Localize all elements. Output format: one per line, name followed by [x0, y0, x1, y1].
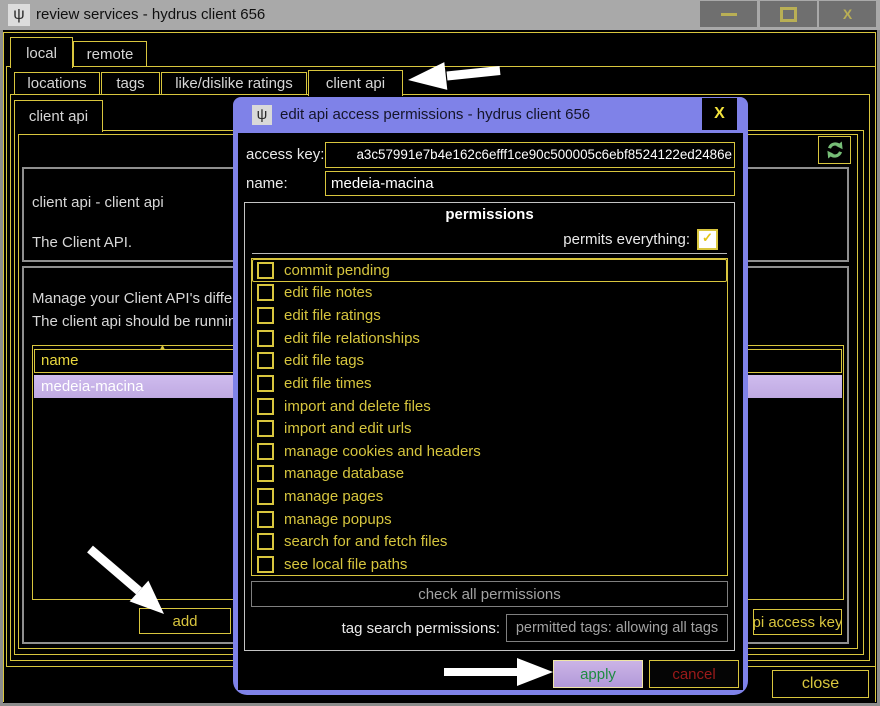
permission-checkbox[interactable]	[257, 420, 274, 437]
permission-label: manage database	[284, 465, 404, 482]
permission-label: commit pending	[284, 262, 390, 279]
permission-label: manage popups	[284, 511, 392, 528]
add-button[interactable]: add	[139, 608, 231, 634]
name-label: name:	[246, 171, 288, 196]
maximize-button[interactable]	[760, 1, 817, 27]
permission-label: edit file relationships	[284, 330, 420, 347]
permission-checkbox[interactable]	[257, 352, 274, 369]
permission-row[interactable]: edit file tags	[252, 350, 727, 373]
tag-search-permissions-button[interactable]: permitted tags: allowing all tags	[506, 614, 728, 642]
permission-label: edit file notes	[284, 284, 372, 301]
permission-row[interactable]: import and delete files	[252, 395, 727, 418]
permission-checkbox[interactable]	[257, 556, 274, 573]
permission-row[interactable]: edit file times	[252, 372, 727, 395]
permission-checkbox[interactable]	[257, 511, 274, 528]
permission-row[interactable]: manage database	[252, 463, 727, 486]
permissions-separator	[252, 253, 727, 254]
permission-label: manage cookies and headers	[284, 443, 481, 460]
permission-row[interactable]: manage popups	[252, 508, 727, 531]
dialog-close-button[interactable]: X	[702, 98, 737, 130]
minimize-icon	[721, 13, 737, 16]
permissions-list: commit pending edit file notes edit file…	[251, 258, 728, 576]
permission-label: search for and fetch files	[284, 533, 447, 550]
permissions-panel: permissions permits everything: ✓ commit…	[244, 202, 735, 651]
close-window-button[interactable]: X	[819, 1, 876, 27]
dialog-titlebar[interactable]: ψ edit api access permissions - hydrus c…	[233, 97, 748, 133]
name-field[interactable]: medeia-macina	[325, 171, 735, 196]
access-key-field[interactable]: a3c57991e7b4e162c6efff1ce90c500005c6ebf8…	[325, 142, 735, 168]
hydrus-dialog-icon: ψ	[252, 105, 272, 125]
client-api-info-title: client api - client api	[32, 194, 164, 211]
tab-tags[interactable]: tags	[101, 72, 160, 94]
tab-client-api-inner[interactable]: client api	[14, 100, 103, 132]
tab-local[interactable]: local	[10, 37, 73, 68]
screen: ψ review services - hydrus client 656 X …	[0, 0, 880, 706]
permission-checkbox[interactable]	[257, 398, 274, 415]
permission-row[interactable]: see local file paths	[252, 553, 727, 576]
permissions-title: permissions	[245, 206, 734, 223]
permission-label: edit file ratings	[284, 307, 381, 324]
close-icon: X	[843, 7, 852, 21]
edit-api-permissions-dialog: ψ edit api access permissions - hydrus c…	[233, 97, 748, 695]
tab-remote[interactable]: remote	[73, 41, 147, 66]
permission-checkbox[interactable]	[257, 307, 274, 324]
permission-row[interactable]: edit file ratings	[252, 304, 727, 327]
permission-label: manage pages	[284, 488, 383, 505]
permission-row[interactable]: edit file relationships	[252, 327, 727, 350]
refresh-icon	[825, 140, 845, 160]
permission-row[interactable]: search for and fetch files	[252, 531, 727, 554]
tag-search-permissions-label: tag search permissions:	[342, 620, 500, 637]
apply-button[interactable]: apply	[553, 660, 643, 688]
permission-checkbox[interactable]	[257, 465, 274, 482]
permission-checkbox[interactable]	[257, 533, 274, 550]
maximize-icon	[780, 7, 797, 22]
permission-checkbox[interactable]	[257, 443, 274, 460]
check-all-permissions-button[interactable]: check all permissions	[251, 581, 728, 607]
permission-row[interactable]: manage cookies and headers	[252, 440, 727, 463]
permission-row[interactable]: commit pending	[252, 259, 727, 282]
permission-label: see local file paths	[284, 556, 407, 573]
access-key-label: access key:	[246, 142, 324, 168]
close-button[interactable]: close	[772, 670, 869, 698]
tab-locations[interactable]: locations	[14, 72, 100, 94]
tab-client-api[interactable]: client api	[308, 70, 403, 96]
dialog-title: edit api access permissions - hydrus cli…	[280, 97, 590, 133]
permission-label: edit file tags	[284, 352, 364, 369]
client-api-info-body: The Client API.	[32, 234, 132, 251]
minimize-button[interactable]	[700, 1, 757, 27]
copy-api-access-key-button[interactable]: pi access key	[753, 609, 842, 635]
permits-everything-checkbox[interactable]: ✓	[697, 229, 718, 250]
permission-label: import and edit urls	[284, 420, 412, 437]
main-window-titlebar[interactable]: ψ review services - hydrus client 656 X	[0, 0, 880, 30]
hydrus-app-icon: ψ	[8, 4, 30, 26]
permits-everything-label: permits everything:	[563, 231, 690, 248]
cancel-button[interactable]: cancel	[649, 660, 739, 688]
permission-row[interactable]: edit file notes	[252, 282, 727, 305]
permission-checkbox[interactable]	[257, 284, 274, 301]
tab-like-dislike-ratings[interactable]: like/dislike ratings	[161, 72, 307, 94]
permission-label: edit file times	[284, 375, 372, 392]
refresh-button[interactable]	[818, 136, 851, 164]
permission-row[interactable]: import and edit urls	[252, 417, 727, 440]
tag-search-permissions-row: tag search permissions: permitted tags: …	[245, 614, 728, 642]
permission-checkbox[interactable]	[257, 330, 274, 347]
permission-checkbox[interactable]	[257, 375, 274, 392]
manage-description-line1: Manage your Client API's differ	[32, 290, 237, 307]
main-window-title: review services - hydrus client 656	[36, 0, 265, 30]
dialog-body: access key: a3c57991e7b4e162c6efff1ce90c…	[238, 133, 743, 690]
permission-label: import and delete files	[284, 398, 431, 415]
permission-checkbox[interactable]	[257, 262, 274, 279]
permission-checkbox[interactable]	[257, 488, 274, 505]
permits-everything-row: permits everything: ✓	[245, 230, 718, 249]
permission-row[interactable]: manage pages	[252, 485, 727, 508]
manage-description-line2: The client api should be runnin	[32, 313, 236, 330]
